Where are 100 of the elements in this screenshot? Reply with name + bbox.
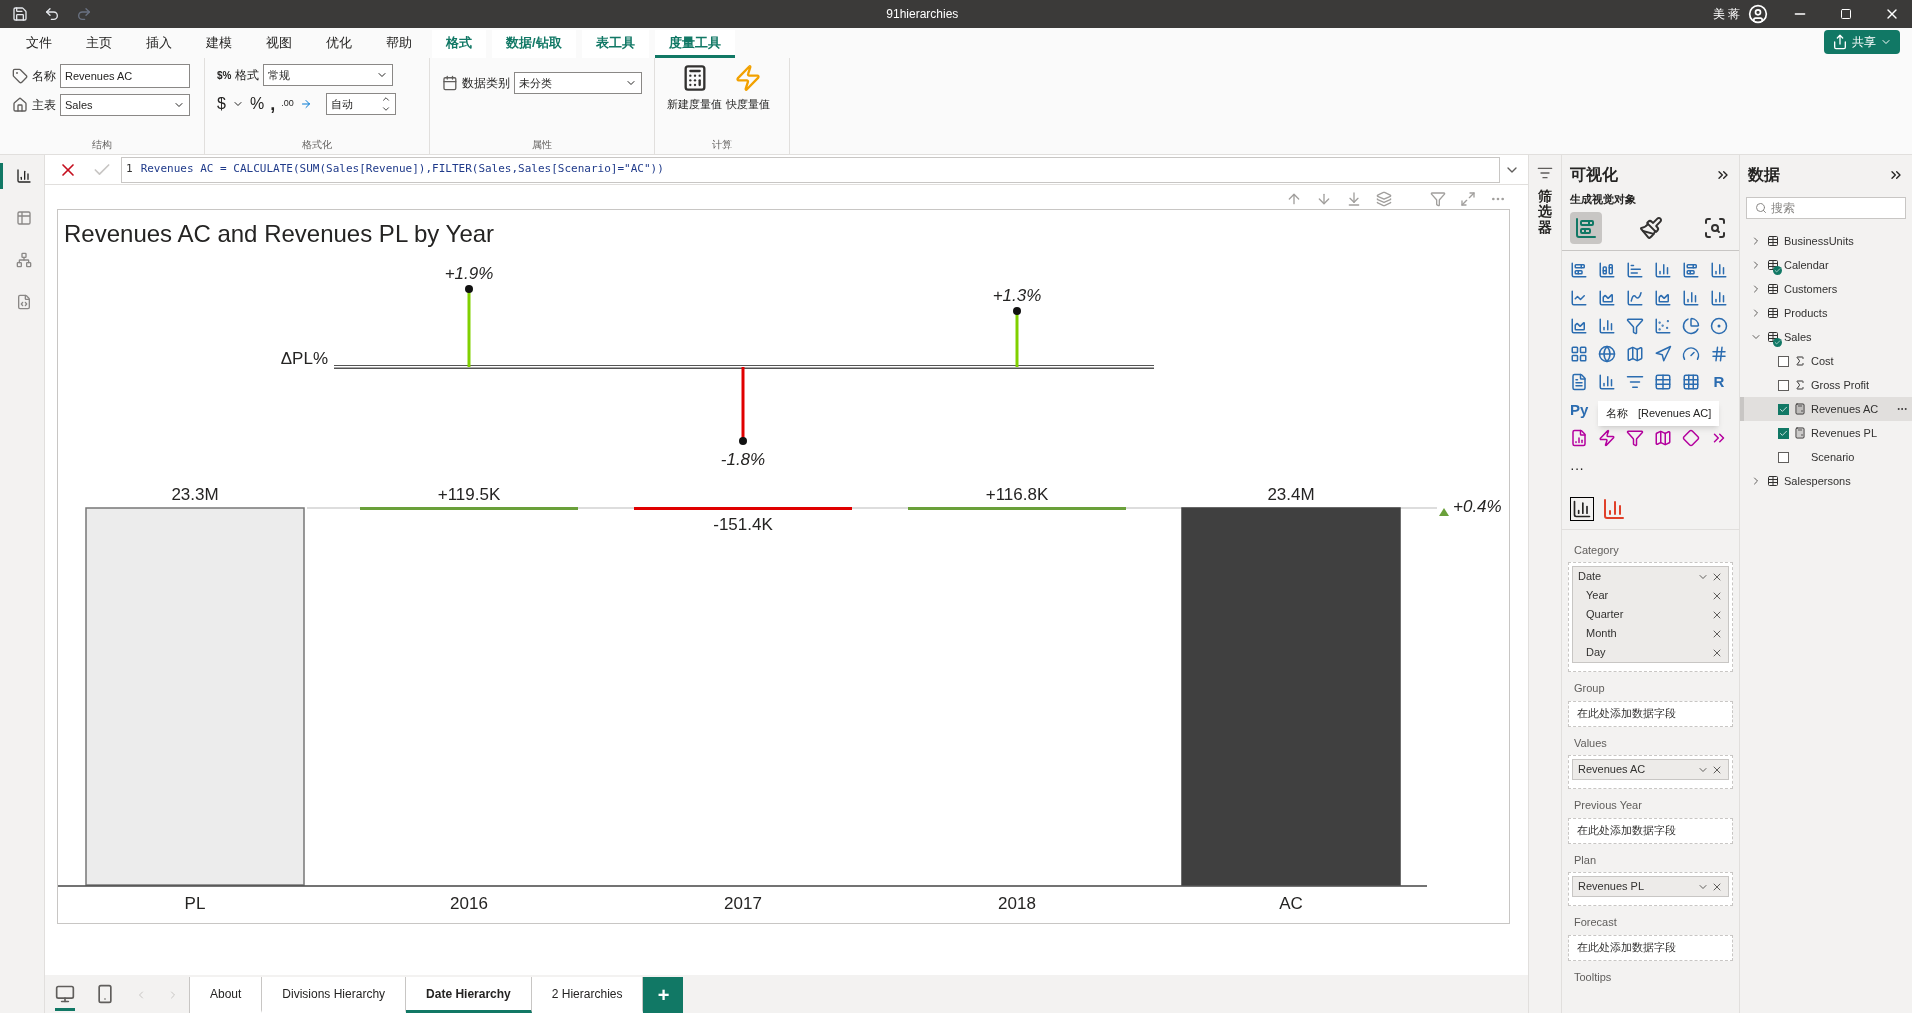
- area-chart-icon[interactable]: [1598, 288, 1616, 307]
- page-tab[interactable]: Divisions Hierarchy: [262, 977, 407, 1013]
- filter-icon[interactable]: [1626, 428, 1644, 447]
- field-pill[interactable]: Date Year Quarter Month Day: [1572, 566, 1729, 663]
- maximize-icon[interactable]: [1840, 8, 1852, 20]
- quick-measure-button[interactable]: 快度量值: [726, 64, 770, 113]
- report-icon[interactable]: [1570, 428, 1588, 447]
- r-visual-icon[interactable]: R: [1710, 372, 1728, 391]
- more-visuals-button[interactable]: ···: [1570, 460, 1584, 475]
- ribbon-tab[interactable]: 插入: [132, 30, 186, 58]
- checkbox[interactable]: [1778, 427, 1789, 439]
- table-item[interactable]: Calendar: [1740, 253, 1912, 277]
- page-tab[interactable]: About: [190, 977, 263, 1013]
- axis-label: ΔPL%: [280, 349, 328, 368]
- field-item[interactable]: Revenues AC: [1740, 397, 1912, 421]
- formula-field[interactable]: 1 Revenues AC = CALCULATE(SUM(Sales[Revenue]),FILTER(Sales,Sales[Scenario]="AC")): [121, 156, 1500, 183]
- python-visual-icon[interactable]: Py: [1570, 400, 1589, 419]
- globe-icon[interactable]: [1598, 344, 1616, 363]
- search-field[interactable]: 搜索: [1746, 197, 1906, 219]
- line-chart-icon[interactable]: [1570, 288, 1588, 307]
- lightning-icon[interactable]: [1598, 428, 1616, 447]
- table-item[interactable]: Customers: [1740, 277, 1912, 301]
- map-icon[interactable]: [1626, 344, 1644, 363]
- checkbox[interactable]: [1778, 451, 1789, 463]
- add-page-button[interactable]: +: [643, 977, 684, 1013]
- table-item[interactable]: Salespersons: [1740, 469, 1912, 493]
- share-button[interactable]: 共享: [1824, 30, 1900, 54]
- arrow-icon[interactable]: [1654, 344, 1672, 363]
- checkbox[interactable]: [1778, 355, 1789, 367]
- filter-icon[interactable]: [1537, 165, 1553, 181]
- pie-chart-icon[interactable]: [1682, 316, 1700, 335]
- avatar-icon[interactable]: [1748, 4, 1768, 24]
- line-chart-icon[interactable]: [1626, 288, 1644, 307]
- new-measure-button[interactable]: 新建度量值: [667, 64, 722, 113]
- field-item[interactable]: Cost: [1740, 349, 1912, 373]
- drop-field[interactable]: 在此处添加数据字段: [1568, 934, 1733, 961]
- ribbon-tab[interactable]: 视图: [252, 30, 306, 58]
- column-chart-icon[interactable]: [1710, 260, 1728, 279]
- field-item[interactable]: Gross Profit: [1740, 373, 1912, 397]
- ribbon-tab[interactable]: 数据/钻取: [492, 30, 576, 58]
- percent-button[interactable]: %: [249, 92, 265, 116]
- save-icon[interactable]: [12, 6, 28, 22]
- funnel-icon[interactable]: [1626, 316, 1644, 335]
- format-dropdown[interactable]: 常规: [263, 64, 394, 86]
- field-item[interactable]: Scenario: [1740, 445, 1912, 469]
- decimal-button[interactable]: .00: [281, 97, 294, 111]
- diamond-icon[interactable]: [1682, 428, 1700, 447]
- visual-type-icon[interactable]: [1570, 496, 1594, 521]
- area-chart-icon[interactable]: [1654, 288, 1672, 307]
- scatter-chart-icon[interactable]: [1654, 316, 1672, 335]
- data-label: -151.4K: [713, 515, 773, 534]
- up-icon[interactable]: [380, 94, 391, 104]
- ribbon-tab[interactable]: 度量工具: [654, 30, 735, 58]
- name-field[interactable]: Revenues AC: [60, 64, 190, 88]
- share-icon[interactable]: [1832, 34, 1848, 50]
- tag-icon: [12, 68, 28, 84]
- drop-field[interactable]: 在此处添加数据字段: [1568, 817, 1733, 844]
- bar-chart-icon[interactable]: [1570, 260, 1588, 279]
- column-chart-icon[interactable]: [1598, 316, 1616, 335]
- down-icon[interactable]: [380, 104, 391, 114]
- undo-icon[interactable]: [44, 6, 60, 22]
- ribbon-tab[interactable]: 优化: [312, 30, 366, 58]
- checkbox[interactable]: [1778, 379, 1789, 391]
- filters-pane-label[interactable]: 筛选器: [1538, 189, 1552, 236]
- page-tab[interactable]: Date Hierarchy: [406, 977, 532, 1013]
- table-icon[interactable]: [1654, 372, 1672, 391]
- table-item[interactable]: BusinessUnits: [1740, 229, 1912, 253]
- currency-button[interactable]: $: [217, 92, 226, 116]
- ribbon-tab[interactable]: 建模: [192, 30, 246, 58]
- ribbon-tab[interactable]: 文件: [12, 30, 66, 58]
- section-title: 生成视觉对象: [1569, 192, 1637, 207]
- drop-field[interactable]: 在此处添加数据字段: [1568, 700, 1733, 727]
- field-pill[interactable]: Revenues PL: [1572, 876, 1729, 897]
- ribbon-tab[interactable]: 主页: [72, 30, 126, 58]
- focus-mode-icon[interactable]: [1460, 191, 1476, 207]
- field-item[interactable]: Revenues PL: [1740, 421, 1912, 445]
- ribbon-tab[interactable]: 帮助: [372, 30, 426, 58]
- decimal-spinner[interactable]: 自动: [325, 93, 396, 115]
- filter-icon[interactable]: [1430, 191, 1446, 207]
- data-label: +119.5K: [437, 485, 501, 504]
- bar-chart-icon[interactable]: [1682, 260, 1700, 279]
- ribbon-tab[interactable]: 表工具: [581, 30, 649, 58]
- comma-button[interactable]: ,: [270, 95, 276, 113]
- category-dropdown[interactable]: 未分类: [513, 72, 642, 94]
- table-dropdown[interactable]: Sales: [60, 94, 190, 116]
- field-pill[interactable]: Revenues AC: [1572, 759, 1729, 780]
- visual-container[interactable]: Revenues AC and Revenues PL by Year ΔPL% +1.9% -1.8% +1.3% 23.3M PL +119.5K 2016 -151.4K 2017 +116.8K 2018 23.4M AC +0.4%: [57, 209, 1510, 924]
- checkbox[interactable]: [1778, 403, 1789, 415]
- drill-down-icon[interactable]: [1346, 191, 1362, 207]
- column-chart-icon[interactable]: [1654, 260, 1672, 279]
- column-chart-icon[interactable]: [1598, 260, 1616, 279]
- table-item[interactable]: Sales: [1740, 325, 1912, 349]
- category-icon: [442, 75, 458, 91]
- ribbon-tab[interactable]: 格式: [432, 30, 486, 58]
- gauge-icon[interactable]: [1682, 344, 1700, 363]
- map-icon[interactable]: [1654, 428, 1672, 447]
- bar-chart-icon[interactable]: [1626, 260, 1644, 279]
- matrix-icon[interactable]: [1682, 372, 1700, 391]
- table-item[interactable]: Products: [1740, 301, 1912, 325]
- page-tab[interactable]: 2 Hierarchies: [531, 977, 644, 1013]
